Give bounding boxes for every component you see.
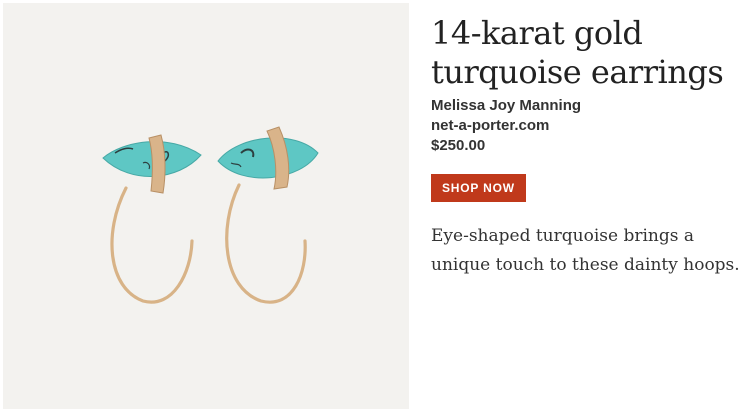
left-hoop (110, 186, 194, 304)
product-description: Eye-shaped turquoise brings a unique tou… (431, 226, 740, 275)
shop-now-button[interactable]: SHOP NOW (431, 174, 526, 202)
right-stone (217, 137, 319, 179)
product-image[interactable] (3, 3, 409, 409)
price: $250.00 (431, 137, 486, 154)
product-info: 14-karat gold turquoise earrings Melissa… (431, 14, 741, 280)
retailer-link[interactable]: net-a-porter.com (431, 116, 741, 136)
earrings-illustration (102, 126, 319, 304)
brand-name: Melissa Joy Manning (431, 97, 582, 114)
right-hoop (225, 183, 307, 304)
product-title: 14-karat gold turquoise earrings (431, 14, 724, 91)
